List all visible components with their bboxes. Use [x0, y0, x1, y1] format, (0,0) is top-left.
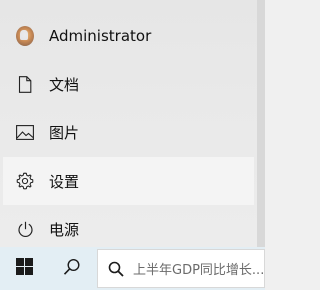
taskbar-search-box[interactable]: 上半年GDP同比增长...	[97, 249, 265, 288]
search-icon	[63, 258, 81, 280]
picture-icon	[16, 123, 34, 141]
power-icon	[16, 220, 34, 238]
start-menu: Administrator 文档 图片 设置 电源	[0, 0, 258, 247]
search-placeholder-text: 上半年GDP同比增长...	[133, 263, 265, 278]
start-menu-scroll-edge	[257, 0, 265, 247]
document-icon	[16, 75, 34, 93]
menu-item-pictures-label: 图片	[49, 123, 80, 142]
gear-icon	[16, 172, 34, 190]
menu-item-settings-label: 设置	[49, 172, 80, 191]
menu-item-documents[interactable]: 文档	[0, 60, 257, 108]
menu-item-settings[interactable]: 设置	[3, 157, 254, 205]
user-avatar-icon	[16, 26, 34, 46]
windows-logo-icon	[15, 258, 33, 279]
search-button[interactable]	[48, 247, 96, 290]
menu-item-power-label: 电源	[49, 220, 80, 239]
menu-item-documents-label: 文档	[49, 75, 80, 94]
menu-item-power[interactable]: 电源	[0, 205, 257, 253]
user-account-label: Administrator	[49, 27, 152, 45]
menu-item-pictures[interactable]: 图片	[0, 108, 257, 156]
start-button[interactable]	[0, 247, 48, 290]
search-box-icon	[107, 260, 125, 278]
user-account-item[interactable]: Administrator	[0, 12, 257, 60]
taskbar: 上半年GDP同比增长...	[0, 247, 265, 290]
